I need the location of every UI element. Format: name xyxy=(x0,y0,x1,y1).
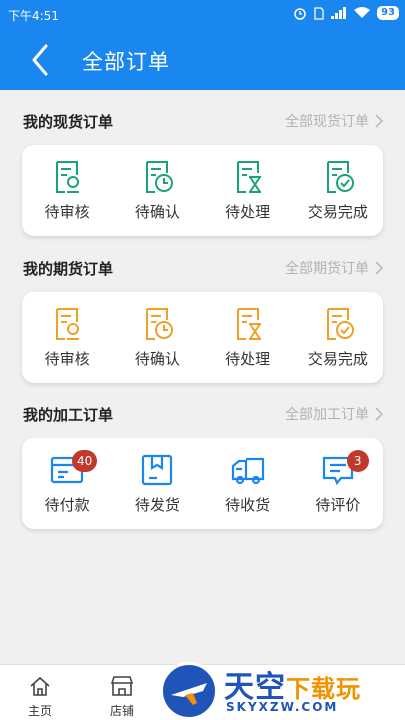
spot-completed-button[interactable]: 交易完成 xyxy=(293,145,383,236)
spot-orders-card: 待审核 待确认 待处理 交易完成 xyxy=(22,145,383,236)
chevron-right-icon xyxy=(375,261,383,275)
tab-label: 主页 xyxy=(27,704,52,718)
clock-icon xyxy=(146,161,174,193)
tab-label: 店铺 xyxy=(109,704,134,718)
view-all-processing-orders-link[interactable]: 全部加工订单 xyxy=(285,404,383,424)
status-time: 下午4:51 xyxy=(8,9,59,23)
truck-icon xyxy=(231,457,264,485)
back-arrow-icon[interactable] xyxy=(26,42,54,78)
battery-indicator: 93 xyxy=(377,6,399,20)
status-icons: 93 xyxy=(293,6,399,20)
view-all-futures-orders-link[interactable]: 全部期货订单 xyxy=(285,258,383,278)
spot-pending-confirm-button[interactable]: 待确认 xyxy=(112,145,202,236)
store-icon xyxy=(110,676,134,696)
view-all-label: 全部现货订单 xyxy=(285,114,369,130)
hourglass-icon xyxy=(236,308,261,340)
review-icon xyxy=(56,308,80,340)
header-bar: 全部订单 xyxy=(0,30,405,90)
wifi-icon xyxy=(354,7,371,18)
item-label: 待处理 xyxy=(225,350,271,368)
check-icon xyxy=(326,308,354,340)
futures-pending-process-button[interactable]: 待处理 xyxy=(203,292,293,383)
futures-pending-review-button[interactable]: 待审核 xyxy=(22,292,112,383)
futures-completed-button[interactable]: 交易完成 xyxy=(293,292,383,383)
item-label: 交易完成 xyxy=(307,350,368,368)
item-label: 待审核 xyxy=(44,350,90,368)
unpaid-count-badge: 40 xyxy=(72,450,98,472)
item-label: 待付款 xyxy=(44,496,90,514)
tab-store[interactable]: 店铺 xyxy=(82,665,162,720)
review-count-badge: 3 xyxy=(346,450,369,472)
watermark-site: SKYXZW.COM xyxy=(226,700,339,714)
view-all-label: 全部加工订单 xyxy=(285,407,369,423)
item-label: 待确认 xyxy=(134,350,180,368)
package-icon xyxy=(142,454,173,486)
item-label: 待发货 xyxy=(134,496,180,514)
pending-payment-button[interactable]: 40 待付款 xyxy=(22,438,112,529)
airplane-logo-icon xyxy=(160,662,218,720)
item-label: 待收货 xyxy=(225,496,271,514)
chevron-right-icon xyxy=(375,407,383,421)
item-label: 待审核 xyxy=(44,203,90,221)
futures-pending-confirm-button[interactable]: 待确认 xyxy=(112,292,202,383)
watermark-brand-sub: 下载玩 xyxy=(286,675,361,703)
section-spot-orders: 我的现货订单 全部现货订单 xyxy=(0,106,405,136)
pending-review-comment-button[interactable]: 3 待评价 xyxy=(293,438,383,529)
item-label: 待确认 xyxy=(134,203,180,221)
alarm-icon xyxy=(294,8,306,20)
section-futures-orders: 我的期货订单 全部期货订单 xyxy=(0,253,405,283)
processing-orders-card: 40 待付款 待发货 待收货 3 待评价 xyxy=(22,438,383,529)
view-all-label: 全部期货订单 xyxy=(285,261,369,277)
pending-receipt-button[interactable]: 待收货 xyxy=(203,438,293,529)
page-title: 全部订单 xyxy=(82,50,170,74)
home-icon xyxy=(30,676,50,696)
spot-pending-review-button[interactable]: 待审核 xyxy=(22,145,112,236)
section-processing-orders: 我的加工订单 全部加工订单 xyxy=(0,399,405,429)
item-label: 交易完成 xyxy=(307,203,368,221)
watermark-logo: 天空下载玩 SKYXZW.COM xyxy=(160,660,405,720)
chevron-right-icon xyxy=(375,114,383,128)
item-label: 待评价 xyxy=(315,496,361,514)
signal-icon xyxy=(331,7,347,19)
spot-pending-process-button[interactable]: 待处理 xyxy=(203,145,293,236)
check-icon xyxy=(326,161,354,193)
review-icon xyxy=(56,161,80,193)
section-title: 我的期货订单 xyxy=(23,260,114,278)
pending-shipment-button[interactable]: 待发货 xyxy=(112,438,202,529)
tab-home[interactable]: 主页 xyxy=(0,665,80,720)
view-all-spot-orders-link[interactable]: 全部现货订单 xyxy=(285,111,383,131)
section-title: 我的现货订单 xyxy=(23,113,114,131)
section-title: 我的加工订单 xyxy=(23,406,114,424)
futures-orders-card: 待审核 待确认 待处理 交易完成 xyxy=(22,292,383,383)
clock-icon xyxy=(146,308,174,340)
item-label: 待处理 xyxy=(225,203,271,221)
status-bar: 下午4:51 93 xyxy=(0,0,405,30)
sim-icon xyxy=(314,6,324,20)
hourglass-icon xyxy=(236,161,261,193)
